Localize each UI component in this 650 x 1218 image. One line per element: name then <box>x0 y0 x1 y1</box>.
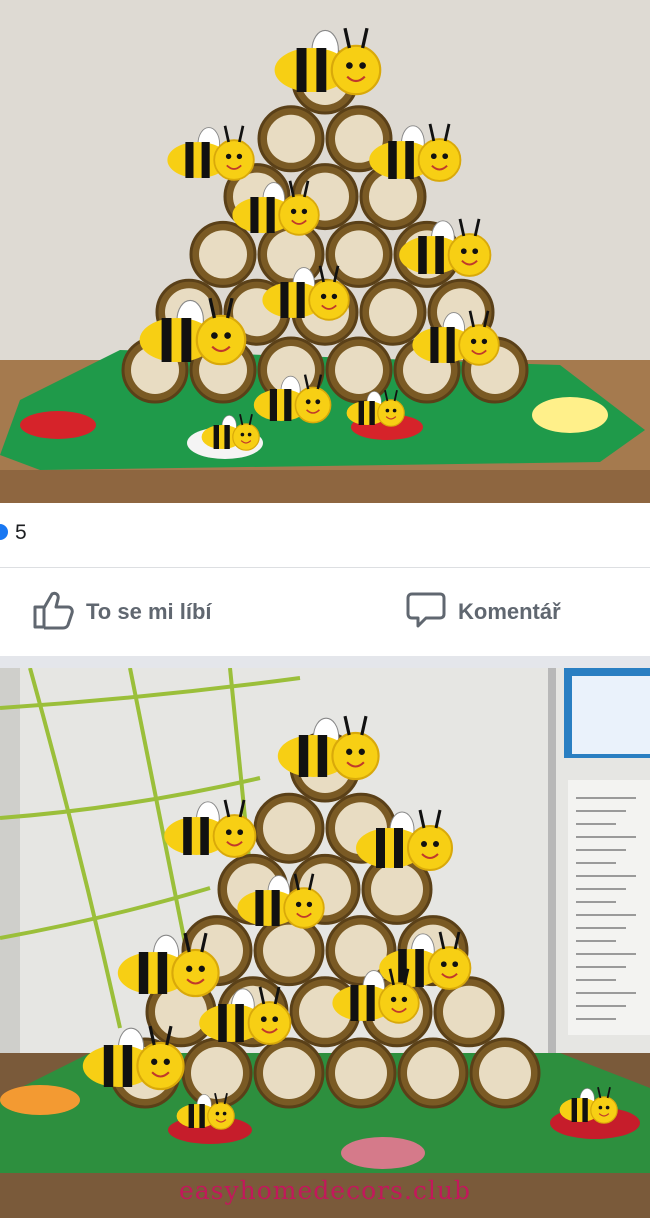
bee-hive-photo <box>0 0 650 503</box>
post-photo-top[interactable] <box>0 0 650 503</box>
bee-hive-photo-2 <box>0 668 650 1218</box>
comment-button[interactable]: Komentář <box>406 590 561 634</box>
comment-label: Komentář <box>458 599 561 624</box>
reactions-row <box>0 503 650 567</box>
flower-orange <box>0 1085 80 1115</box>
speech-bubble-icon <box>406 590 446 635</box>
thumbs-up-icon <box>32 590 74 635</box>
watermark: easyhomedecors.club <box>179 1176 471 1205</box>
post-separator <box>0 656 650 668</box>
like-button[interactable]: To se mi líbí <box>32 590 212 634</box>
flower-yellow <box>532 397 608 433</box>
like-label: To se mi líbí <box>86 599 212 624</box>
post-photo-bottom[interactable] <box>0 668 650 1218</box>
reaction-count[interactable]: 5 <box>15 521 27 545</box>
flower-pink <box>341 1137 425 1169</box>
flower-red <box>20 411 96 439</box>
